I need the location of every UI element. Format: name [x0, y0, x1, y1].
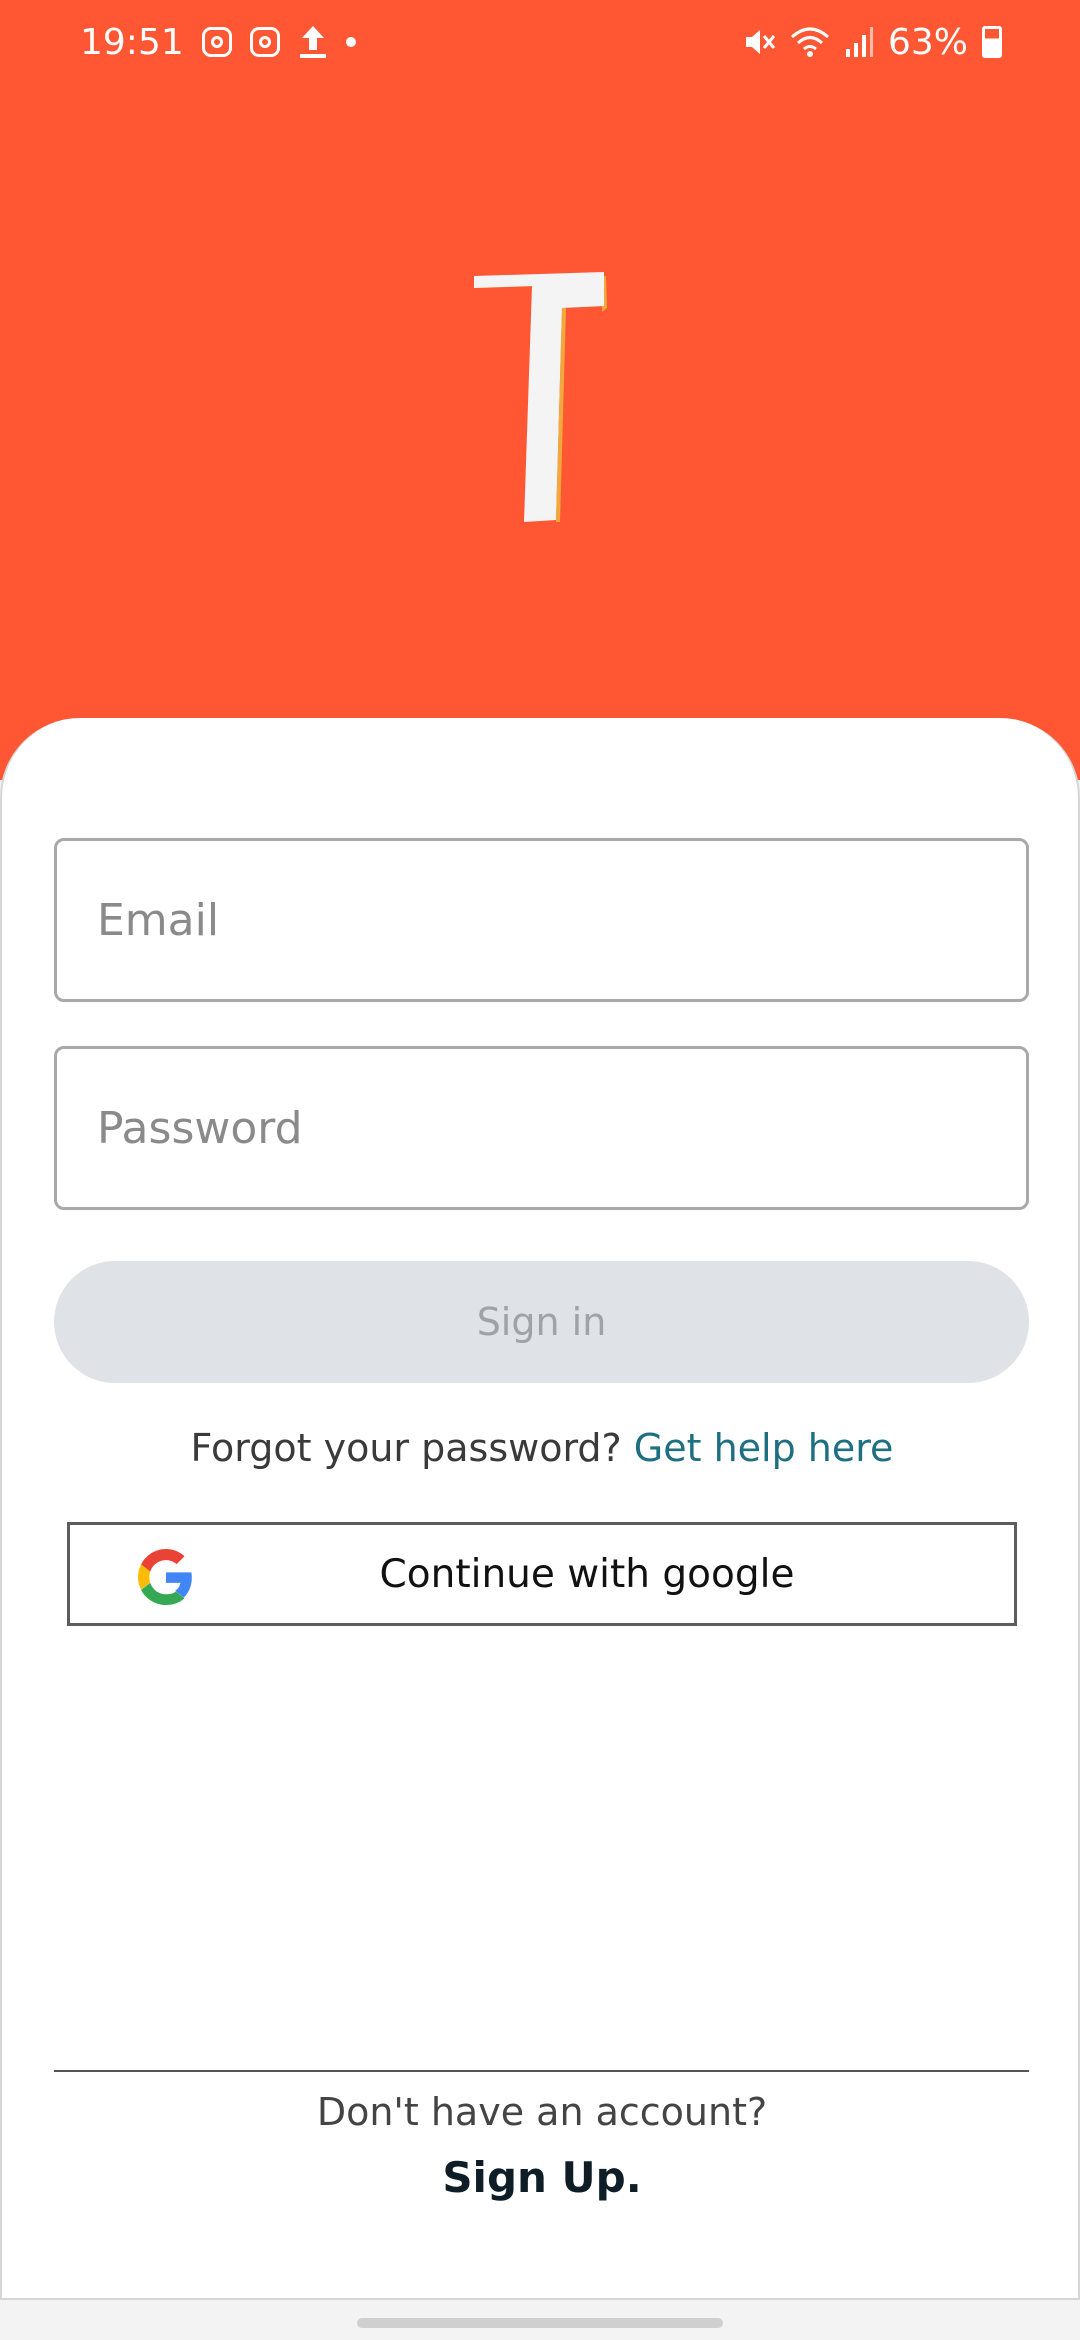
home-indicator[interactable] — [357, 2318, 723, 2328]
instagram-icon — [201, 27, 232, 57]
status-right: 63% — [742, 18, 1002, 66]
wifi-icon — [790, 27, 829, 57]
battery-icon — [982, 26, 1002, 58]
divider — [54, 2070, 1029, 2072]
login-card: Sign in Forgot your password? Get help h… — [0, 718, 1080, 2300]
email-field-container — [54, 838, 1029, 1002]
get-help-link[interactable]: Get help here — [634, 1426, 894, 1470]
no-account-text: Don't have an account? — [316, 2090, 768, 2134]
password-field-container — [54, 1046, 1029, 1210]
instagram-icon — [249, 27, 280, 57]
email-input[interactable] — [57, 841, 1026, 999]
screen: 19:51 63% Email Sign in Forgot your pass… — [0, 0, 1080, 2340]
sign-up-link[interactable]: Sign Up. — [2, 2153, 1080, 2202]
header-background: 19:51 63% — [0, 0, 1080, 780]
app-logo-icon — [474, 272, 607, 522]
sign-in-button[interactable]: Sign in — [54, 1261, 1029, 1383]
upload-icon — [299, 26, 326, 58]
continue-with-google-button[interactable]: Continue with google — [67, 1522, 1017, 1626]
battery-percent: 63% — [887, 21, 968, 63]
notification-dot-icon — [345, 37, 356, 47]
password-input[interactable] — [57, 1049, 1026, 1207]
status-time: 19:51 — [80, 21, 184, 63]
google-button-label: Continue with google — [379, 1551, 795, 1597]
mute-icon — [745, 30, 776, 54]
signal-icon — [845, 27, 873, 57]
forgot-password-row: Forgot your password? Get help here — [2, 1426, 1080, 1470]
forgot-password-text: Forgot your password? — [190, 1426, 634, 1470]
status-bar: 19:51 63% — [0, 0, 1080, 84]
status-left: 19:51 — [80, 18, 356, 66]
